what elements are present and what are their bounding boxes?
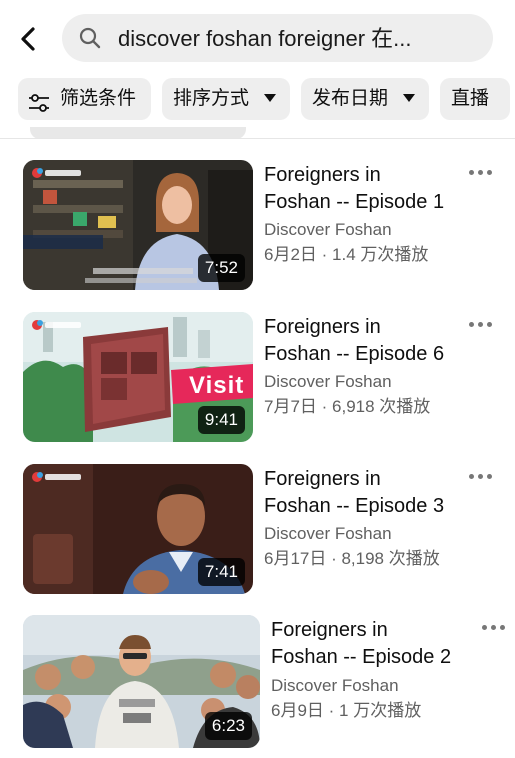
video-item[interactable]: Visit 9:41 Foreigners in Foshan -- Episo…	[0, 312, 515, 452]
video-title-line: Foreigners in	[264, 468, 381, 490]
video-title[interactable]: Foreigners in Foshan -- Episode 1	[264, 162, 464, 216]
more-options-icon[interactable]	[469, 170, 497, 180]
channel-logo-watermark	[31, 166, 83, 180]
sliders-icon	[28, 88, 50, 112]
channel-logo-watermark	[31, 318, 83, 332]
duration-badge: 7:52	[197, 254, 245, 282]
search-box[interactable]: discover foshan foreigner 在...	[62, 14, 493, 62]
back-arrow-icon[interactable]	[14, 24, 44, 54]
video-title-line: Foreigners in	[271, 619, 388, 641]
video-meta: 6月9日 · 1 万次播放	[271, 701, 422, 720]
chip-filters[interactable]: 筛选条件	[18, 78, 151, 120]
video-thumbnail[interactable]: 7:41	[23, 464, 253, 594]
video-title[interactable]: Foreigners in Foshan -- Episode 6	[264, 314, 464, 368]
top-bar: discover foshan foreigner 在...	[0, 0, 515, 80]
chip-filters-label: 筛选条件	[60, 88, 137, 109]
video-meta: 7月7日 · 6,918 次播放	[264, 397, 431, 416]
video-title-line: Foshan -- Episode 1	[264, 191, 445, 213]
video-thumbnail[interactable]: Visit 9:41	[23, 312, 253, 442]
video-item[interactable]: 7:52 Foreigners in Foshan -- Episode 1 D…	[0, 160, 515, 300]
video-meta: 6月2日 · 1.4 万次播放	[264, 245, 429, 264]
channel-name[interactable]: Discover Foshan	[271, 675, 399, 697]
video-title-line: Foshan -- Episode 2	[271, 646, 452, 668]
chip-live[interactable]: 直播	[440, 78, 510, 120]
channel-name[interactable]: Discover Foshan	[264, 523, 392, 545]
channel-logo-watermark	[31, 470, 83, 484]
filter-chip-bar: 筛选条件 排序方式 发布日期 直播	[0, 78, 515, 122]
search-icon	[78, 26, 102, 50]
divider	[0, 138, 515, 139]
chevron-down-icon	[403, 94, 415, 102]
chip-upload-date[interactable]: 发布日期	[301, 78, 429, 120]
video-title-line: Foshan -- Episode 3	[264, 495, 445, 517]
more-options-icon[interactable]	[469, 322, 497, 332]
video-title[interactable]: Foreigners in Foshan -- Episode 3	[264, 466, 464, 520]
chip-live-label: 直播	[451, 88, 490, 109]
search-query-text[interactable]: discover foshan foreigner 在...	[118, 26, 478, 52]
video-title-line: Foreigners in	[264, 164, 381, 186]
video-thumbnail[interactable]: 6:23	[23, 615, 260, 748]
video-title-line: Foshan -- Episode 6	[264, 343, 445, 365]
more-options-icon[interactable]	[482, 625, 510, 635]
video-meta: 6月17日 · 8,198 次播放	[264, 549, 440, 568]
channel-name[interactable]: Discover Foshan	[264, 219, 392, 241]
channel-name[interactable]: Discover Foshan	[264, 371, 392, 393]
chip-upload-date-label: 发布日期	[312, 88, 389, 109]
video-thumbnail[interactable]: 7:52	[23, 160, 253, 290]
chevron-down-icon	[264, 94, 276, 102]
video-title-line: Foreigners in	[264, 316, 381, 338]
video-item[interactable]: 7:41 Foreigners in Foshan -- Episode 3 D…	[0, 464, 515, 604]
video-item[interactable]: 6:23 Foreigners in Foshan -- Episode 2 D…	[0, 615, 515, 755]
thumbnail-overlay-text: Visit	[189, 372, 245, 399]
chip-sort-label: 排序方式	[173, 88, 250, 109]
video-title[interactable]: Foreigners in Foshan -- Episode 2	[271, 617, 471, 671]
more-options-icon[interactable]	[469, 474, 497, 484]
chip-sort[interactable]: 排序方式	[162, 78, 290, 120]
duration-badge: 9:41	[197, 406, 245, 434]
duration-badge: 6:23	[204, 712, 252, 740]
duration-badge: 7:41	[197, 558, 245, 586]
